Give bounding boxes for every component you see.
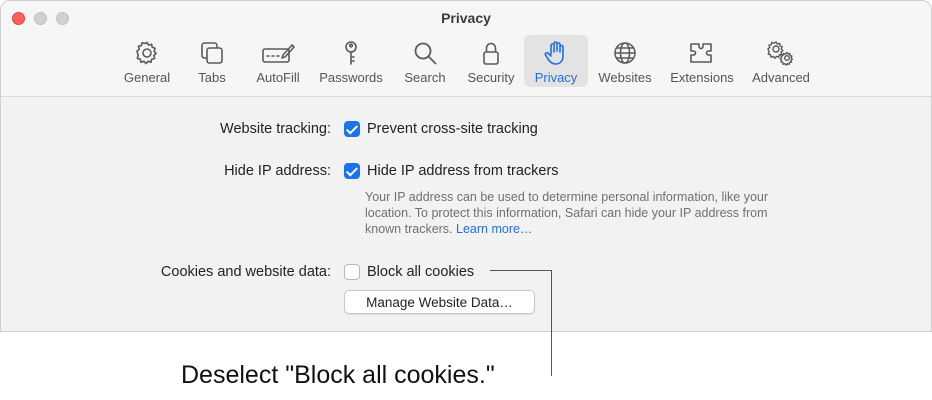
gear-icon bbox=[136, 41, 157, 65]
key-icon bbox=[345, 41, 357, 65]
manage-website-data-button[interactable]: Manage Website Data… bbox=[344, 290, 535, 314]
tab-autofill[interactable]: AutoFill bbox=[251, 35, 305, 87]
tab-privacy[interactable]: Privacy bbox=[524, 35, 588, 87]
preferences-toolbar: General Tabs AutoFill Passwords Search S… bbox=[1, 35, 931, 91]
ip-help-body: Your IP address can be used to determine… bbox=[365, 190, 769, 236]
hand-icon bbox=[544, 41, 564, 65]
tab-websites[interactable]: Websites bbox=[595, 35, 655, 87]
tab-autofill-label: AutoFill bbox=[256, 70, 300, 85]
magnifier-icon bbox=[414, 42, 437, 65]
prevent-tracking-option[interactable]: Prevent cross-site tracking bbox=[367, 121, 538, 137]
tab-privacy-label: Privacy bbox=[534, 70, 578, 85]
tab-search[interactable]: Search bbox=[399, 35, 451, 87]
window-title: Privacy bbox=[441, 10, 491, 26]
ip-help-text: Your IP address can be used to determine… bbox=[365, 189, 795, 237]
tab-extensions-label: Extensions bbox=[670, 70, 734, 85]
learn-more-link[interactable]: Learn more… bbox=[456, 222, 532, 236]
autofill-icon bbox=[262, 44, 295, 63]
tab-websites-label: Websites bbox=[598, 70, 652, 85]
callout-text: Deselect "Block all cookies." bbox=[181, 361, 495, 389]
tab-extensions[interactable]: Extensions bbox=[666, 35, 738, 87]
tabs-icon bbox=[201, 42, 223, 64]
block-cookies-option[interactable]: Block all cookies bbox=[367, 264, 474, 280]
titlebar: Privacy General Tabs AutoFill Passwords … bbox=[1, 1, 931, 97]
tab-tabs-label: Tabs bbox=[198, 70, 226, 85]
globe-icon bbox=[614, 42, 636, 64]
tab-passwords[interactable]: Passwords bbox=[316, 35, 386, 87]
tab-security[interactable]: Security bbox=[461, 35, 521, 87]
prevent-tracking-checkbox[interactable] bbox=[344, 121, 360, 137]
tab-general-label: General bbox=[123, 70, 171, 85]
hide-ip-option[interactable]: Hide IP address from trackers bbox=[367, 163, 559, 179]
gears-icon bbox=[767, 41, 794, 67]
callout-leader-vertical bbox=[551, 270, 552, 376]
website-tracking-label: Website tracking: bbox=[220, 121, 331, 137]
hide-ip-checkbox[interactable] bbox=[344, 163, 360, 179]
preferences-window: Privacy General Tabs AutoFill Passwords … bbox=[0, 0, 932, 332]
tab-search-label: Search bbox=[404, 70, 446, 85]
puzzle-icon bbox=[690, 43, 712, 63]
tab-security-label: Security bbox=[467, 70, 515, 85]
tab-tabs[interactable]: Tabs bbox=[191, 35, 233, 87]
lock-icon bbox=[483, 42, 499, 65]
callout-leader-horizontal bbox=[490, 270, 552, 271]
tab-advanced-label: Advanced bbox=[752, 70, 810, 85]
hide-ip-label: Hide IP address: bbox=[224, 163, 331, 179]
privacy-pane: Website tracking: Prevent cross-site tra… bbox=[1, 98, 931, 331]
block-cookies-checkbox[interactable] bbox=[344, 264, 360, 280]
tab-advanced[interactable]: Advanced bbox=[749, 35, 813, 87]
tab-passwords-label: Passwords bbox=[319, 70, 383, 85]
cookies-label: Cookies and website data: bbox=[160, 264, 331, 280]
tab-general[interactable]: General bbox=[119, 35, 175, 87]
